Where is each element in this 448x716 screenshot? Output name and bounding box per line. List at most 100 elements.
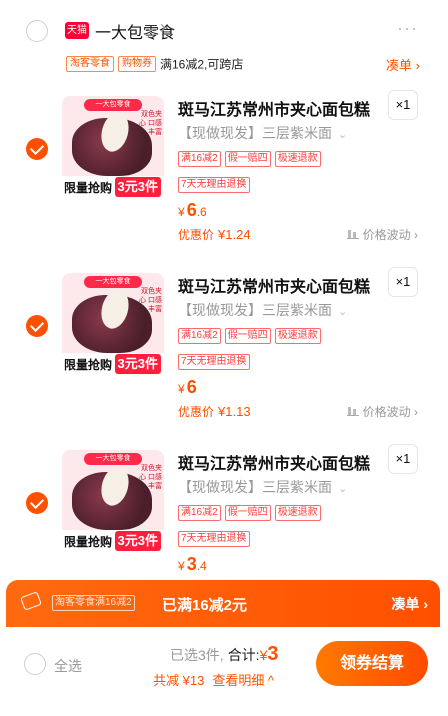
product-price: ¥6 [178, 377, 197, 398]
sku-text: 【现做现发】三层紫米面 [178, 479, 332, 495]
thumb-banner: 限量抢购 3元3件 [62, 353, 164, 375]
product-tag: 假一赔四 [224, 505, 271, 521]
bread-illustration [72, 295, 152, 353]
product-tags: 满16减2 假一赔四 极速退款 [178, 502, 325, 521]
deal-label: 优惠价 [178, 405, 215, 419]
shop-select-checkbox[interactable] [26, 20, 48, 42]
product-thumbnail[interactable]: 一大包零食 双色夹心 口感丰富 限量抢购 3元3件 [62, 450, 164, 552]
product-title[interactable]: 斑马江苏常州市夹心面包糕 [178, 96, 370, 120]
product-price: ¥6.6 [178, 200, 207, 221]
service-tag: 7天无理由退换 [178, 177, 250, 193]
item-checkbox[interactable] [26, 138, 48, 160]
product-thumbnail[interactable]: 一大包零食 双色夹心 口感丰富 限量抢购 3元3件 [62, 273, 164, 375]
product-tags: 满16减2 假一赔四 极速退款 [178, 325, 325, 344]
product-title[interactable]: 斑马江苏常州市夹心面包糕 [178, 450, 370, 474]
product-thumbnail[interactable]: 一大包零食 双色夹心 口感丰富 限量抢购 3元3件 [62, 96, 164, 198]
add-items-link[interactable]: 凑单 › [386, 55, 420, 74]
thumb-banner-text: 限量抢购 [64, 535, 113, 549]
service-tags: 7天无理由退换 [178, 351, 254, 370]
bread-illustration [72, 472, 152, 530]
discount-text: 已满16减2元 [162, 597, 248, 614]
item-checkbox[interactable] [26, 492, 48, 514]
product-title[interactable]: 斑马江苏常州市夹心面包糕 [178, 273, 370, 297]
price-decimal: .6 [196, 205, 207, 219]
chevron-right-icon[interactable]: › [160, 17, 166, 38]
shop-promo-row: 淘客零食 购物券 满16减2,可跨店 凑单 › [66, 55, 426, 73]
thumb-banner-text: 限量抢购 [64, 181, 113, 195]
thumb-banner-price: 3元3件 [114, 177, 161, 197]
price-integer: 6 [186, 377, 197, 397]
discount-tag: 淘客零食满16减2 [52, 595, 135, 611]
chart-icon [346, 406, 359, 416]
product-tag: 满16减2 [178, 328, 221, 344]
cart-page: 天猫 一大包零食 › ··· 淘客零食 购物券 满16减2,可跨店 凑单 › 一大包… [0, 0, 448, 716]
thumb-shop-label: 一大包零食 [84, 276, 142, 288]
discount-bar[interactable]: 淘客零食满16减2 已满16减2元 凑单 › [6, 580, 440, 627]
service-tags: 7天无理由退换 [178, 174, 254, 193]
promo-text: 满16减2,可跨店 [160, 57, 244, 72]
price-integer: 6 [186, 200, 197, 220]
deal-value: ¥1.24 [218, 227, 251, 242]
chevron-down-icon: ⌄ [338, 129, 348, 141]
sku-selector[interactable]: 【现做现发】三层紫米面 ⌄ [178, 123, 347, 143]
product-tag: 满16减2 [178, 505, 221, 521]
price-currency: ¥ [178, 382, 185, 396]
price-currency: ¥ [178, 205, 185, 219]
deal-price: 优惠价 ¥1.24 [178, 226, 251, 243]
deal-value: ¥1.13 [218, 404, 251, 419]
checkout-footer: 全选 已选3件, 合计:¥3 共减 ¥13 查看明细 ^ 领券结算 [0, 627, 448, 716]
quantity-button[interactable]: ×1 [388, 444, 418, 474]
sku-selector[interactable]: 【现做现发】三层紫米面 ⌄ [178, 300, 347, 320]
product-tags: 满16减2 假一赔四 极速退款 [178, 148, 325, 167]
coupon-tag-icon [20, 591, 42, 611]
price-fluctuation-link[interactable]: 价格波动 › [346, 403, 418, 420]
saved-amount: 共减 ¥13 [153, 673, 205, 688]
price-fluctuation-label: 价格波动 › [362, 228, 418, 242]
sku-text: 【现做现发】三层紫米面 [178, 125, 332, 141]
item-checkbox[interactable] [26, 315, 48, 337]
tmall-badge: 天猫 [65, 22, 89, 39]
chevron-down-icon: ⌄ [338, 483, 348, 495]
order-summary: 已选3件, 合计:¥3 [170, 643, 279, 666]
view-details-link[interactable]: 查看明细 ^ [212, 673, 274, 688]
thumb-banner-price: 3元3件 [114, 531, 161, 551]
price-fluctuation-link[interactable]: 价格波动 › [346, 226, 418, 243]
price-currency: ¥ [178, 559, 185, 573]
price-decimal: .4 [196, 559, 207, 573]
chevron-down-icon: ⌄ [338, 306, 348, 318]
thumb-banner-text: 限量抢购 [64, 358, 113, 372]
chart-icon [346, 229, 359, 239]
more-icon[interactable]: ··· [397, 18, 418, 39]
cart-item: 一大包零食 双色夹心 口感丰富 限量抢购 3元3件 斑马江苏常州市夹心面包糕 ×… [0, 90, 448, 272]
service-tag: 7天无理由退换 [178, 531, 250, 547]
deal-price: 优惠价 ¥1.13 [178, 403, 251, 420]
select-all-label[interactable]: 全选 [54, 656, 82, 676]
bread-illustration [72, 118, 152, 176]
sku-selector[interactable]: 【现做现发】三层紫米面 ⌄ [178, 477, 347, 497]
product-tag: 极速退款 [274, 328, 321, 344]
promo-tag: 淘客零食 [66, 55, 114, 72]
price-integer: 3 [186, 554, 197, 574]
product-price: ¥3.4 [178, 554, 207, 575]
thumb-banner: 限量抢购 3元3件 [62, 530, 164, 552]
thumb-banner-price: 3元3件 [114, 354, 161, 374]
service-tags: 7天无理由退换 [178, 528, 254, 547]
quantity-button[interactable]: ×1 [388, 267, 418, 297]
cart-item: 一大包零食 双色夹心 口感丰富 限量抢购 3元3件 斑马江苏常州市夹心面包糕 ×… [0, 267, 448, 449]
product-tag: 满16减2 [178, 151, 221, 167]
service-tag: 7天无理由退换 [178, 354, 250, 370]
promo-tag: 购物券 [118, 55, 156, 72]
quantity-button[interactable]: ×1 [388, 90, 418, 120]
product-tag: 假一赔四 [224, 151, 271, 167]
thumb-shop-label: 一大包零食 [84, 99, 142, 111]
product-tag: 极速退款 [274, 151, 321, 167]
checkout-button[interactable]: 领券结算 [316, 641, 428, 686]
deal-label: 优惠价 [178, 228, 215, 242]
thumb-shop-label: 一大包零食 [84, 453, 142, 465]
saved-summary: 共减 ¥13 查看明细 ^ [153, 670, 274, 689]
select-all-checkbox[interactable] [24, 653, 46, 675]
product-tag: 极速退款 [274, 505, 321, 521]
sku-text: 【现做现发】三层紫米面 [178, 302, 332, 318]
add-items-link[interactable]: 凑单 › [391, 594, 428, 614]
selected-count: 已选3件, [170, 647, 224, 663]
